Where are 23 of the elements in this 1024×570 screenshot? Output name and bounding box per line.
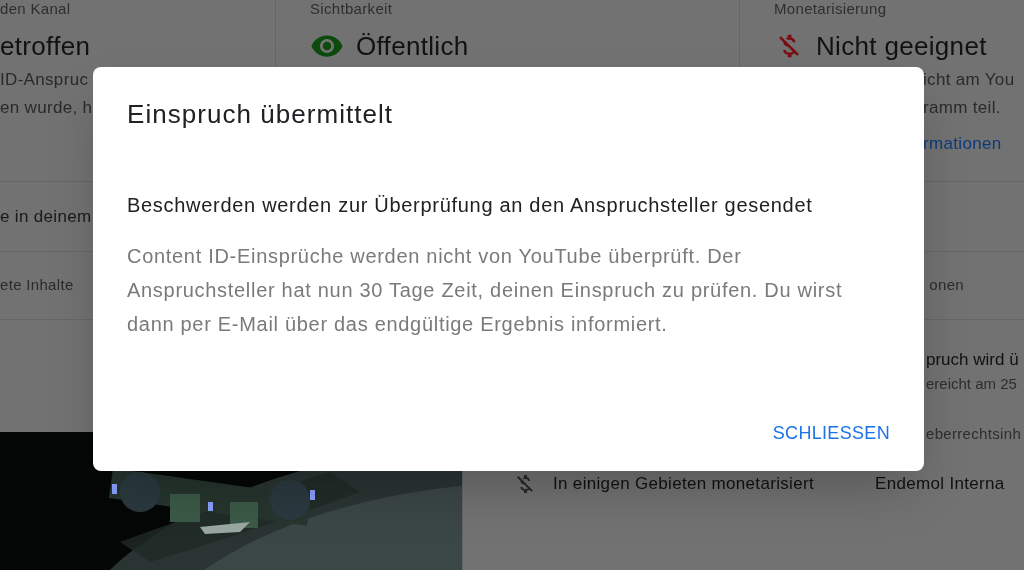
field-value: etroffen xyxy=(0,30,91,62)
claim-title: pruch wird ü xyxy=(926,349,1020,371)
dialog-title: Einspruch übermittelt xyxy=(127,98,394,130)
description-text: ramm teil. xyxy=(923,97,1001,119)
description-text: ID-Anspruc xyxy=(0,69,89,91)
monetization-status: In einigen Gebieten monetarisiert xyxy=(553,473,814,495)
field-label: den Kanal xyxy=(0,0,71,18)
dialog-body: Content ID-Einsprüche werden nicht von YouTube überprüft. Der Anspruchsteller hat nun 30 Tage Zeit, deinen Einspruch zu prüfen. Du wirst dann per E-Mail über das endgültige Ergebnis informiert. xyxy=(127,244,844,337)
learn-more-link[interactable]: rmationen xyxy=(923,130,1002,158)
field-value: Nicht geeignet xyxy=(816,30,987,62)
description-text: en wurde, h xyxy=(0,97,93,119)
claim-date: ereicht am 25 xyxy=(926,374,1018,394)
description-text: icht am You xyxy=(923,69,1015,91)
column-header: onen xyxy=(929,275,964,296)
copyright-owner: Endemol Interna xyxy=(875,473,1005,495)
field-value: Öffentlich xyxy=(356,30,469,62)
column-label: eberrechtsinh xyxy=(926,424,1023,444)
notice-text: e in deinem xyxy=(0,205,92,228)
close-button[interactable]: SCHLIESSEN xyxy=(762,414,900,453)
dialog-heading: Beschwerden werden zur Überprüfung an den Anspruchsteller gesendet xyxy=(127,193,813,218)
field-label: Sichtbarkeit xyxy=(310,0,393,18)
field-label: Monetarisierung xyxy=(774,0,887,18)
column-header: ete Inhalte xyxy=(0,275,74,296)
